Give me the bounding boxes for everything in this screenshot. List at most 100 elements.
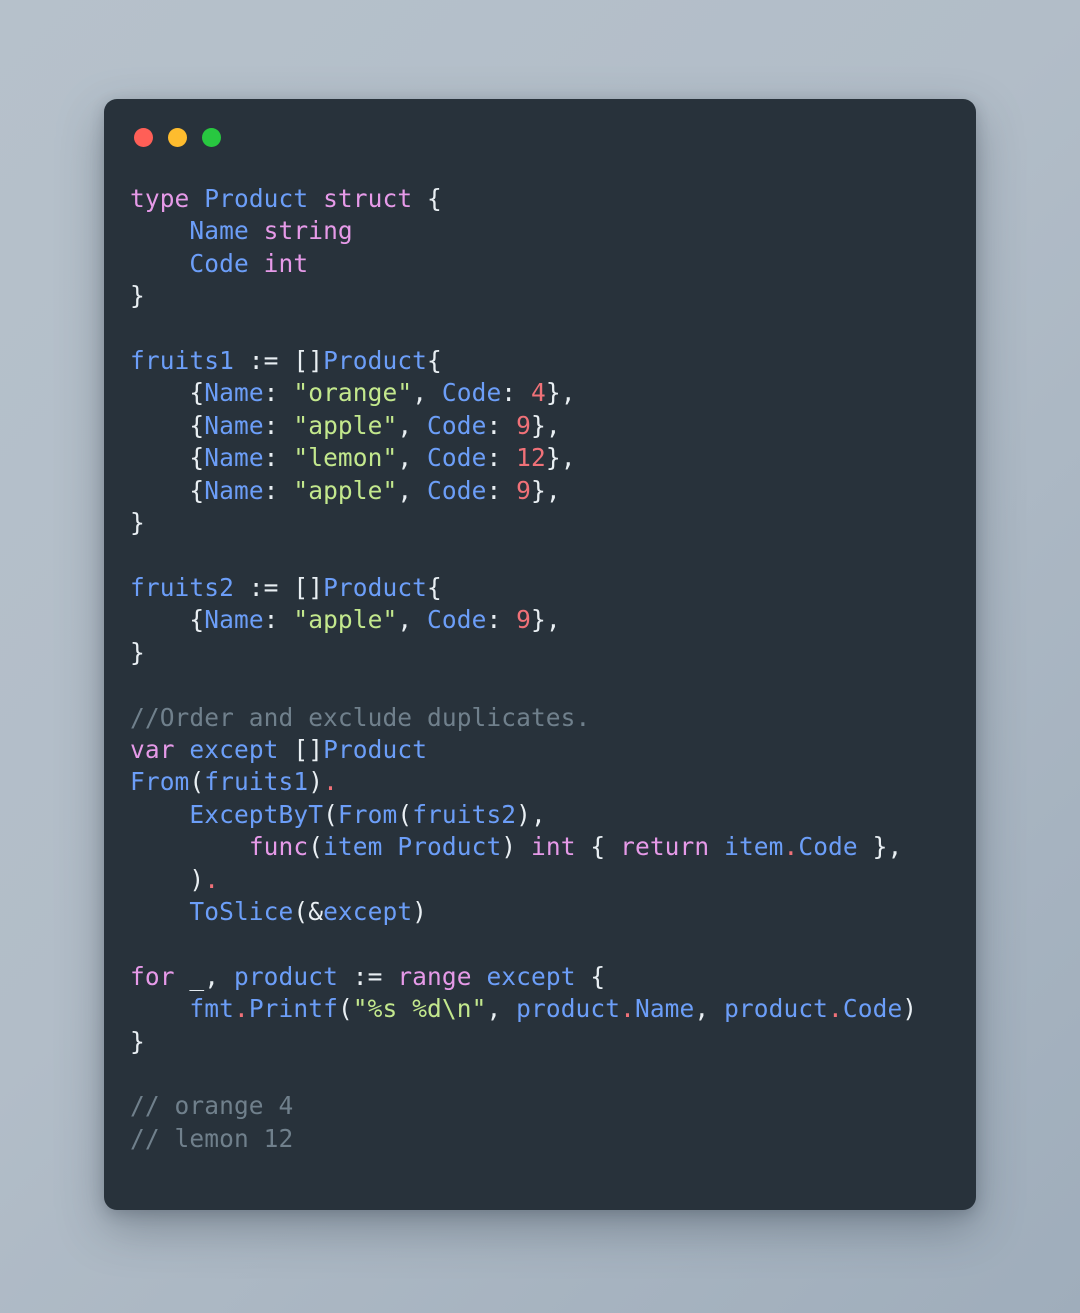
code-token-ident: Name bbox=[634, 994, 695, 1024]
code-token-punct: ( bbox=[337, 994, 353, 1024]
code-token-func: From bbox=[130, 767, 190, 797]
code-token-comment: //Order and exclude duplicates. bbox=[130, 702, 591, 732]
code-token-str: "%s %d\n" bbox=[352, 994, 487, 1024]
code-token-kw: struct bbox=[323, 184, 413, 213]
code-token-punct: }, bbox=[531, 410, 561, 440]
code-token-punct: ) bbox=[130, 864, 205, 894]
code-token-str: "apple" bbox=[293, 605, 398, 635]
code-token-kw: string bbox=[263, 216, 353, 246]
code-line: func(item Product) int { return item.Cod… bbox=[130, 831, 950, 863]
code-token-ident: Product bbox=[397, 832, 502, 862]
code-token-punct: : bbox=[263, 475, 294, 505]
code-token-punct: [] bbox=[278, 734, 324, 764]
code-token-ident: Name bbox=[204, 605, 264, 635]
code-token-punct: ( bbox=[397, 799, 413, 829]
code-line: } bbox=[130, 507, 950, 539]
code-token-kw: int bbox=[263, 248, 309, 278]
code-token-punct: , bbox=[397, 605, 428, 635]
code-token-punct: , bbox=[397, 410, 428, 440]
code-token-dot: . bbox=[204, 864, 220, 894]
code-token-punct bbox=[130, 897, 189, 926]
code-token-ident: Name bbox=[204, 410, 264, 440]
code-token-punct: : bbox=[263, 378, 294, 408]
code-line: for _, product := range except { bbox=[130, 961, 950, 993]
code-token-num: 12 bbox=[516, 443, 546, 473]
code-token-punct: }, bbox=[857, 832, 903, 862]
code-token-ident: fmt bbox=[189, 994, 234, 1024]
code-token-punct: := [] bbox=[233, 346, 324, 376]
code-token-ident: product bbox=[724, 994, 829, 1024]
code-token-punct bbox=[130, 832, 249, 861]
code-token-ident: except bbox=[323, 896, 413, 926]
code-line: fruits2 := []Product{ bbox=[130, 572, 950, 604]
maximize-button[interactable] bbox=[202, 128, 221, 147]
code-token-num: 9 bbox=[516, 605, 531, 635]
code-token-punct: ) bbox=[902, 994, 918, 1024]
code-token-str: "lemon" bbox=[293, 443, 398, 473]
code-token-ident: Product bbox=[323, 572, 428, 602]
code-token-ident: item bbox=[323, 832, 383, 862]
code-token-ident: product bbox=[516, 994, 621, 1024]
code-token-punct: } bbox=[130, 281, 145, 311]
code-token-punct bbox=[130, 800, 189, 829]
code-token-ident: Name bbox=[204, 378, 264, 408]
code-token-ident: product bbox=[233, 961, 338, 991]
code-line: var except []Product bbox=[130, 734, 950, 766]
code-token-punct: { bbox=[130, 443, 205, 473]
code-token-punct: { bbox=[427, 572, 442, 602]
code-token-ident: Code bbox=[842, 994, 903, 1024]
code-token-punct: }, bbox=[545, 378, 576, 408]
code-token-kw: range bbox=[397, 961, 472, 991]
code-token-punct bbox=[130, 249, 189, 278]
code-line: //Order and exclude duplicates. bbox=[130, 702, 950, 734]
code-line: ExceptByT(From(fruits2), bbox=[130, 799, 950, 831]
code-token-ident: Name bbox=[189, 216, 249, 246]
code-token-punct: ) bbox=[501, 832, 531, 862]
code-token-punct: : bbox=[501, 378, 531, 408]
code-token-num: 4 bbox=[531, 378, 546, 408]
code-token-punct: , bbox=[397, 475, 428, 505]
code-token-str: "apple" bbox=[293, 475, 398, 505]
minimize-button[interactable] bbox=[168, 128, 187, 147]
code-token-dot: . bbox=[323, 767, 338, 797]
code-token-str: "orange" bbox=[293, 378, 413, 408]
code-token-punct: : bbox=[263, 410, 294, 440]
code-line: type Product struct { bbox=[130, 183, 950, 215]
code-line: // lemon 12 bbox=[130, 1123, 950, 1155]
code-line: ToSlice(&except) bbox=[130, 896, 950, 928]
code-token-punct: : bbox=[486, 475, 517, 505]
window-titlebar bbox=[134, 128, 221, 147]
code-token-punct: }, bbox=[531, 475, 561, 505]
code-line: Code int bbox=[130, 248, 950, 280]
code-token-func: ToSlice bbox=[189, 896, 294, 926]
code-token-dot: . bbox=[233, 994, 249, 1024]
code-token-punct: } bbox=[130, 637, 145, 667]
close-button[interactable] bbox=[134, 128, 153, 147]
code-token-kw: type bbox=[130, 184, 190, 213]
code-line: // orange 4 bbox=[130, 1090, 950, 1122]
code-token-punct: { bbox=[412, 184, 442, 213]
code-token-punct: _, bbox=[174, 961, 234, 991]
code-token-ident: Code bbox=[441, 378, 502, 408]
code-token-punct: ( bbox=[308, 832, 324, 862]
code-token-ident: Code bbox=[189, 248, 249, 278]
code-token-ident: fruits2 bbox=[412, 799, 517, 829]
code-line: fruits1 := []Product{ bbox=[130, 345, 950, 377]
code-line: {Name: "apple", Code: 9}, bbox=[130, 604, 950, 636]
code-token-dot: . bbox=[828, 994, 843, 1024]
code-token-punct: ( bbox=[323, 799, 338, 829]
code-token-punct: : bbox=[486, 410, 517, 440]
code-token-punct: { bbox=[130, 605, 205, 635]
code-area[interactable]: type Product struct { Name string Code i… bbox=[104, 183, 976, 1155]
code-token-punct: : bbox=[486, 443, 517, 473]
code-block[interactable]: type Product struct { Name string Code i… bbox=[130, 183, 950, 1155]
code-token-kw: var bbox=[130, 734, 175, 764]
code-token-func: Printf bbox=[248, 994, 338, 1024]
code-token-punct: }, bbox=[531, 605, 561, 635]
code-token-punct: := [] bbox=[233, 572, 324, 602]
